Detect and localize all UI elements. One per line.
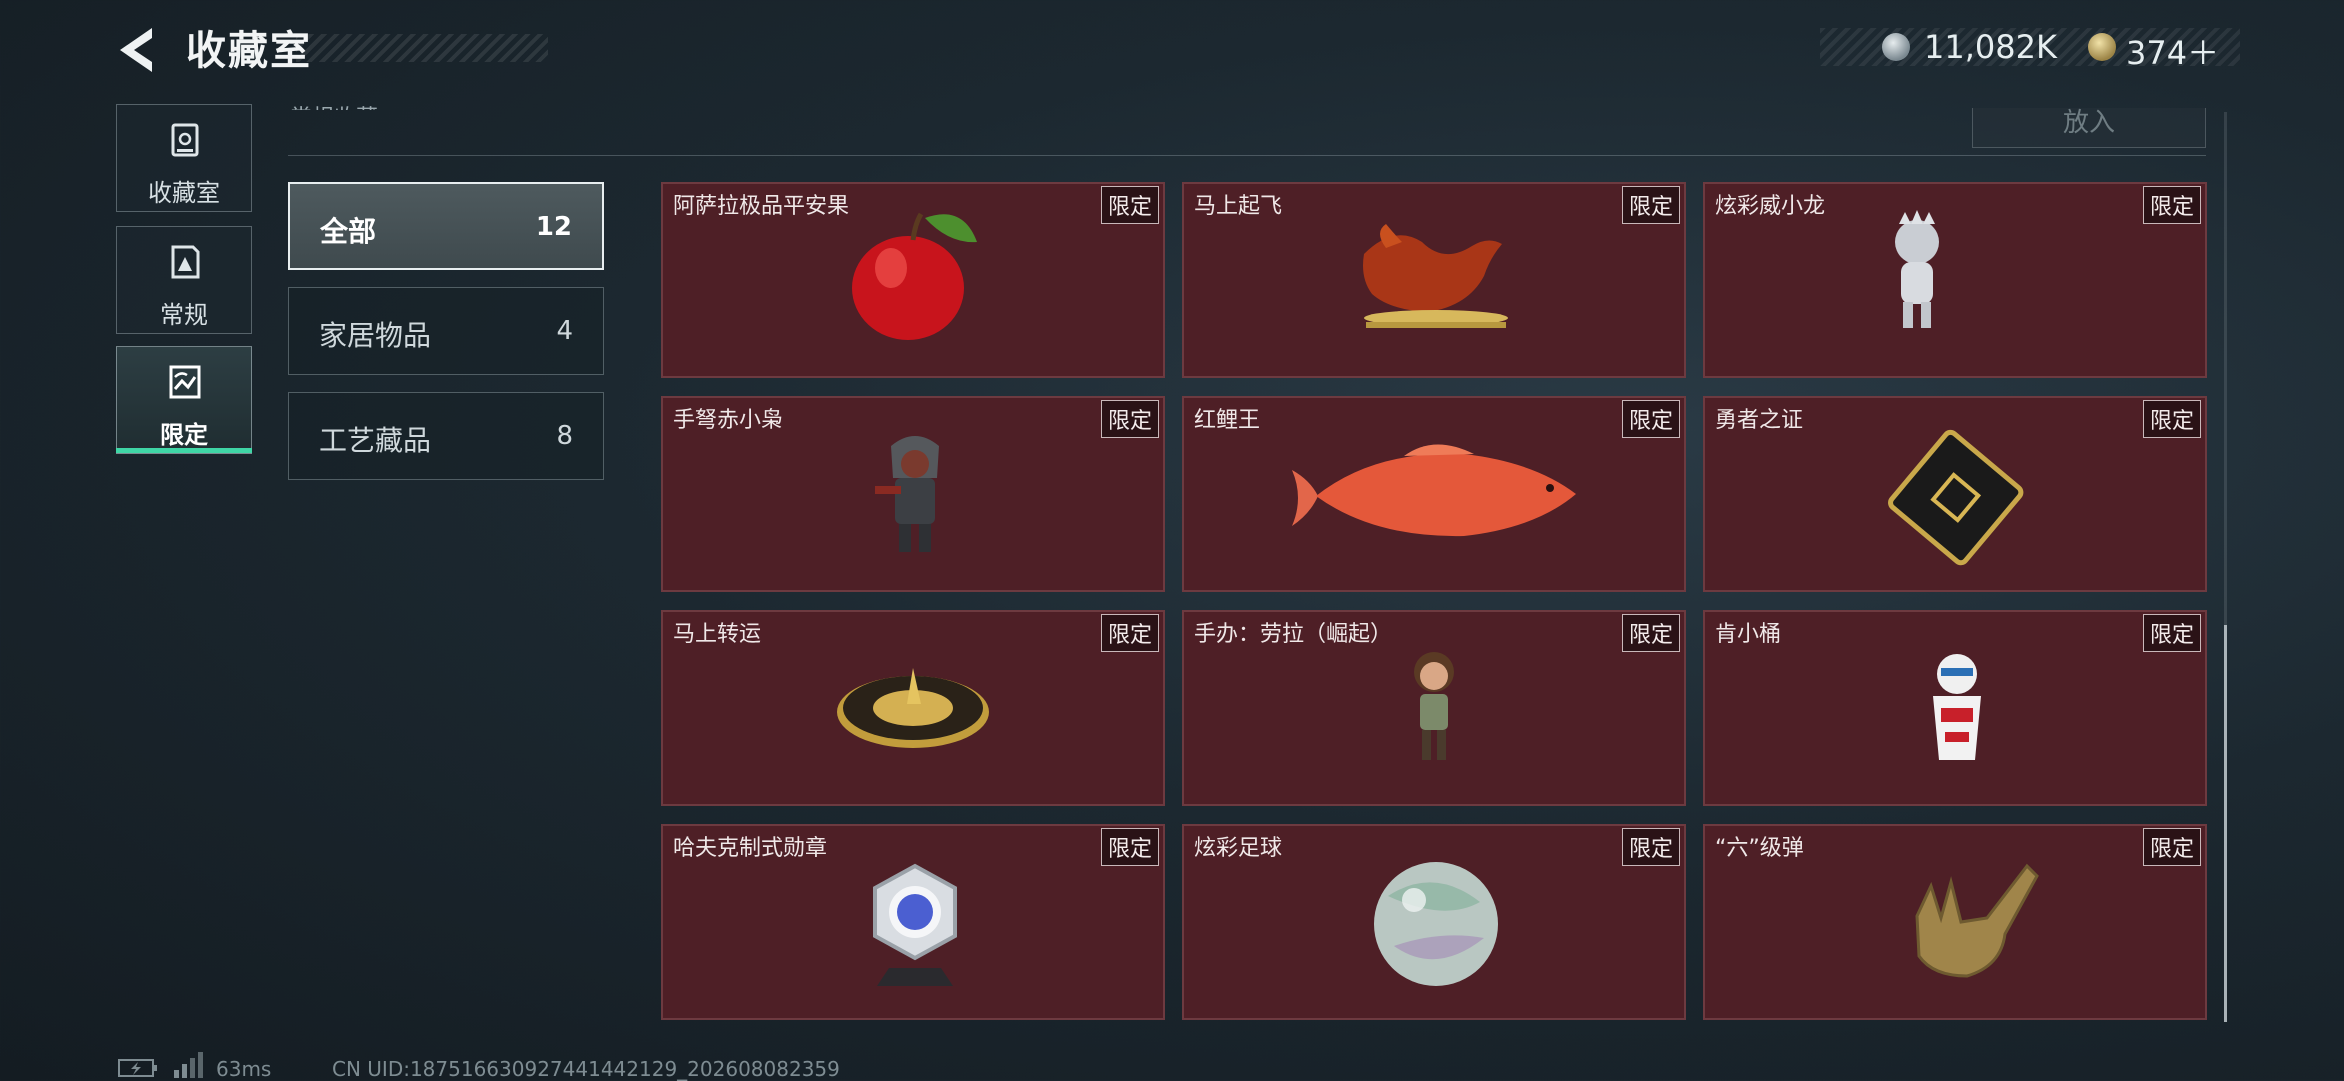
- category-label: 全部: [320, 215, 377, 248]
- item-card[interactable]: 手办：劳拉（崛起） 限定: [1182, 610, 1686, 806]
- limited-badge: 限定: [1621, 614, 1680, 652]
- item-name: 马上转运: [673, 622, 762, 647]
- gold-token-icon[interactable]: [2088, 33, 2116, 61]
- side-nav-collection-room[interactable]: 收藏室: [116, 104, 252, 212]
- item-name: 马上起飞: [1194, 194, 1283, 219]
- category-label: 工艺藏品: [319, 424, 432, 457]
- category-label: 家居物品: [319, 319, 432, 352]
- category-count: 8: [556, 421, 573, 451]
- item-card[interactable]: 马上起飞 限定: [1182, 182, 1686, 378]
- side-nav-label: 收藏室: [148, 179, 220, 207]
- divider: [288, 155, 2206, 156]
- limited-badge: 限定: [1100, 828, 1159, 866]
- back-arrow-icon: [120, 28, 152, 72]
- item-name: 炫彩威小龙: [1715, 194, 1826, 219]
- item-name: 红鲤王: [1194, 408, 1261, 433]
- side-nav-label: 限定: [160, 421, 208, 449]
- item-card[interactable]: 炫彩足球 限定: [1182, 824, 1686, 1020]
- item-card[interactable]: 炫彩威小龙 限定: [1703, 182, 2207, 378]
- limited-badge: 限定: [2142, 186, 2201, 224]
- item-card[interactable]: 勇者之证 限定: [1703, 396, 2207, 592]
- item-card[interactable]: 马上转运 限定: [661, 610, 1165, 806]
- coin-balance: 11,082K: [1924, 28, 2057, 66]
- item-name: 手弩赤小枭: [673, 408, 784, 433]
- collection-room-icon: [171, 123, 199, 157]
- title-decoration: [296, 34, 548, 62]
- item-name: 肯小桶: [1715, 622, 1782, 647]
- ping-readout: 63ms: [216, 1057, 272, 1081]
- item-name: 炫彩足球: [1194, 836, 1283, 861]
- limited-badge: 限定: [2142, 614, 2201, 652]
- put-in-button[interactable]: 放入: [1972, 108, 2206, 148]
- put-in-label: 放入: [2062, 108, 2115, 138]
- category-count: 12: [535, 212, 572, 242]
- token-balance[interactable]: 374＋: [2126, 28, 2219, 74]
- limited-image-icon: [169, 365, 201, 399]
- item-card[interactable]: “六”级弹 限定: [1703, 824, 2207, 1020]
- limited-badge: 限定: [1100, 614, 1159, 652]
- signal-icon: [174, 1052, 203, 1078]
- item-card[interactable]: 红鲤王 限定: [1182, 396, 1686, 592]
- side-nav-regular[interactable]: 常规: [116, 226, 252, 334]
- item-name: 阿萨拉极品平安果: [673, 194, 850, 219]
- item-card[interactable]: 肯小桶 限定: [1703, 610, 2207, 806]
- side-nav-limited[interactable]: 限定: [116, 346, 252, 454]
- user-uid: CN UID:1875166309274414421​29_2026080823…: [332, 1057, 840, 1081]
- page-title: 收藏室: [186, 28, 312, 74]
- item-card[interactable]: 阿萨拉极品平安果 限定: [661, 182, 1165, 378]
- limited-badge: 限定: [1100, 186, 1159, 224]
- section-label: 常规收藏: [290, 100, 378, 110]
- regular-card-icon: [171, 245, 200, 279]
- item-card[interactable]: 哈夫克制式勋章 限定: [661, 824, 1165, 1020]
- active-tab-indicator: [116, 448, 252, 453]
- category-home-items[interactable]: 家居物品 4: [288, 287, 604, 375]
- silver-coin-icon: [1882, 33, 1910, 61]
- limited-badge: 限定: [2142, 828, 2201, 866]
- side-nav-label: 常规: [160, 301, 208, 329]
- limited-badge: 限定: [1621, 828, 1680, 866]
- item-card[interactable]: 手弩赤小枭 限定: [661, 396, 1165, 592]
- limited-badge: 限定: [2142, 400, 2201, 438]
- item-name: “六”级弹: [1715, 836, 1804, 861]
- limited-badge: 限定: [1621, 186, 1680, 224]
- item-name: 哈夫克制式勋章: [673, 836, 828, 861]
- limited-badge: 限定: [1621, 400, 1680, 438]
- item-name: 勇者之证: [1715, 408, 1804, 433]
- category-craft-collectibles[interactable]: 工艺藏品 8: [288, 392, 604, 480]
- battery-icon: [118, 1059, 157, 1077]
- category-count: 4: [556, 316, 573, 346]
- item-name: 手办：劳拉（崛起）: [1194, 622, 1393, 647]
- limited-badge: 限定: [1100, 400, 1159, 438]
- scrollbar-thumb[interactable]: [2224, 625, 2227, 1022]
- category-all[interactable]: 全部 12: [288, 182, 604, 270]
- back-button[interactable]: [112, 22, 166, 78]
